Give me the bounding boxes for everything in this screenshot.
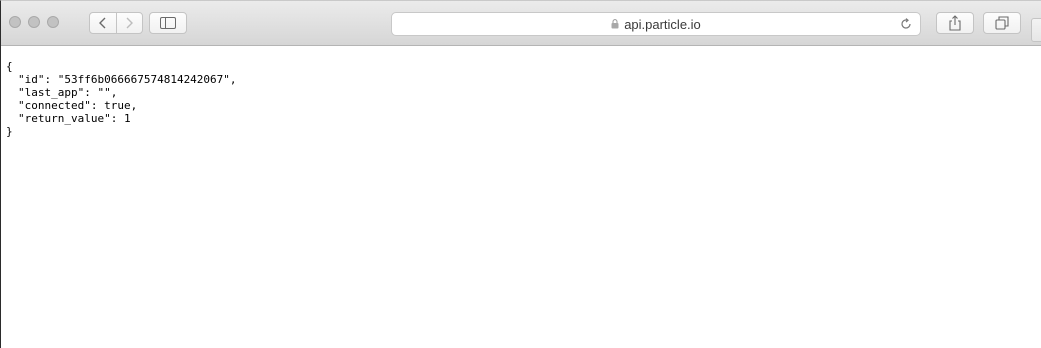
json-line-last-app: "last_app": "", xyxy=(18,86,118,99)
browser-toolbar: api.particle.io xyxy=(1,1,1041,46)
lock-icon xyxy=(611,19,619,29)
forward-button[interactable] xyxy=(115,13,143,33)
navigation-buttons xyxy=(89,12,143,34)
zoom-window-button[interactable] xyxy=(47,16,59,28)
json-open-brace: { xyxy=(6,60,13,73)
sidebar-icon xyxy=(160,17,176,29)
address-bar[interactable]: api.particle.io xyxy=(391,12,921,36)
tabs-icon xyxy=(995,16,1009,30)
browser-window: api.particle.io { "id": "53ff6b0666675748… xyxy=(0,0,1041,348)
back-icon xyxy=(98,17,106,29)
page-content: { "id": "53ff6b066667574814242067", "last_… xyxy=(1,46,1041,348)
json-line-id: "id": "53ff6b066667574814242067", xyxy=(18,73,237,86)
share-icon xyxy=(949,15,961,31)
sidebar-button[interactable] xyxy=(149,12,187,34)
minimize-window-button[interactable] xyxy=(28,16,40,28)
json-line-connected: "connected": true, xyxy=(18,99,138,112)
reload-icon[interactable] xyxy=(898,16,914,32)
back-button[interactable] xyxy=(90,13,116,33)
json-close-brace: } xyxy=(6,125,13,138)
json-response: { "id": "53ff6b066667574814242067", "last_… xyxy=(1,46,1041,138)
new-tab-button[interactable] xyxy=(1031,18,1041,42)
json-line-return-value: "return_value": 1 xyxy=(18,112,131,125)
share-button[interactable] xyxy=(936,12,974,34)
show-all-tabs-button[interactable] xyxy=(983,12,1021,34)
forward-icon xyxy=(126,17,134,29)
close-window-button[interactable] xyxy=(9,16,21,28)
url-text: api.particle.io xyxy=(624,16,701,32)
